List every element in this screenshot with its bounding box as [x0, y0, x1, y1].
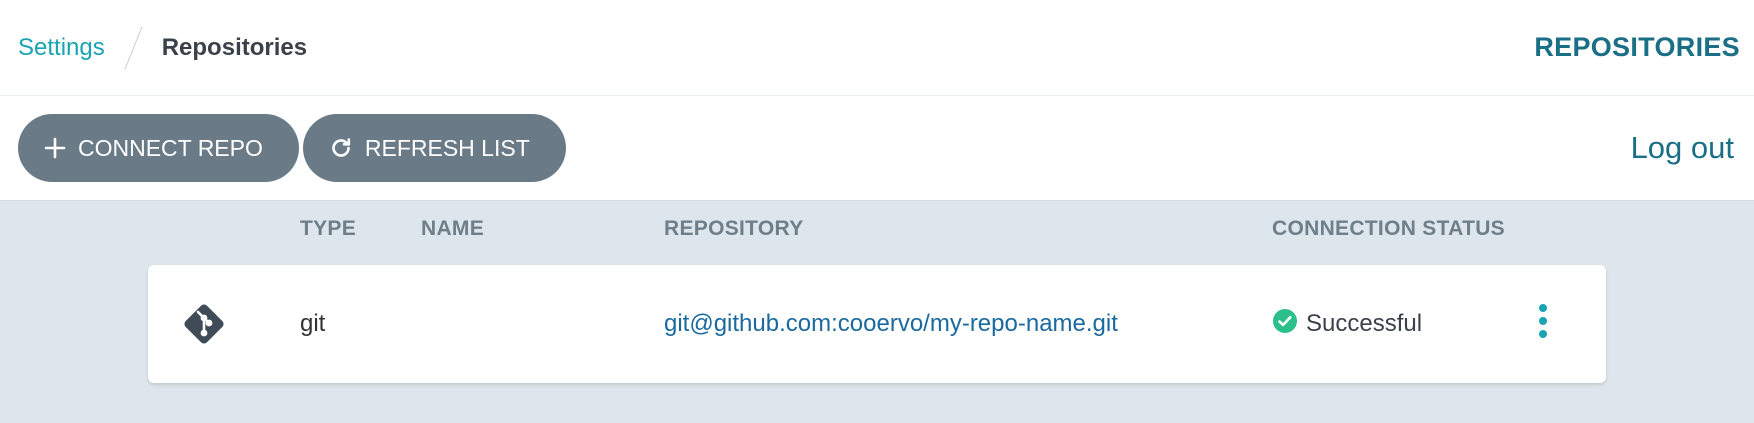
table-row[interactable]: git git@github.com:cooervo/my-repo-name.… [148, 265, 1606, 383]
column-header-connection-status: CONNECTION STATUS [1272, 217, 1505, 240]
breadcrumb-separator [124, 25, 143, 70]
refresh-icon [329, 136, 353, 160]
column-header-repository: REPOSITORY [664, 217, 804, 240]
breadcrumb-current: Repositories [161, 33, 308, 61]
status-text: Successful [1306, 310, 1423, 337]
column-header-type: TYPE [300, 217, 357, 240]
check-circle-icon [1272, 308, 1298, 341]
breadcrumb: Settings Repositories [18, 25, 307, 71]
connect-repo-button[interactable]: CONNECT REPO [18, 114, 299, 182]
logout-link[interactable]: Log out [1631, 130, 1734, 166]
row-menu-button[interactable] [1536, 265, 1550, 383]
refresh-list-button[interactable]: REFRESH LIST [302, 114, 566, 182]
breadcrumb-settings-link[interactable]: Settings [18, 34, 105, 62]
action-buttons: CONNECT REPO REFRESH LIST [18, 114, 566, 182]
column-header-name: NAME [421, 217, 485, 240]
connection-status: Successful [1272, 265, 1422, 383]
repo-type: git [300, 310, 326, 337]
toolbar: CONNECT REPO REFRESH LIST Log out [0, 96, 1754, 200]
plus-icon [44, 137, 66, 159]
top-bar: Settings Repositories REPOSITORIES [0, 0, 1754, 96]
page-title: REPOSITORIES [1534, 32, 1740, 62]
repository-url[interactable]: git@github.com:cooervo/my-repo-name.git [664, 310, 1118, 338]
connect-repo-label: CONNECT REPO [78, 134, 263, 161]
repository-link[interactable]: git@github.com:cooervo/my-repo-name.git [664, 265, 1118, 383]
refresh-list-label: REFRESH LIST [364, 134, 530, 161]
git-icon [178, 265, 230, 383]
repositories-table: TYPE NAME REPOSITORY CONNECTION STATUS g… [0, 200, 1754, 423]
more-vertical-icon [1536, 302, 1550, 347]
